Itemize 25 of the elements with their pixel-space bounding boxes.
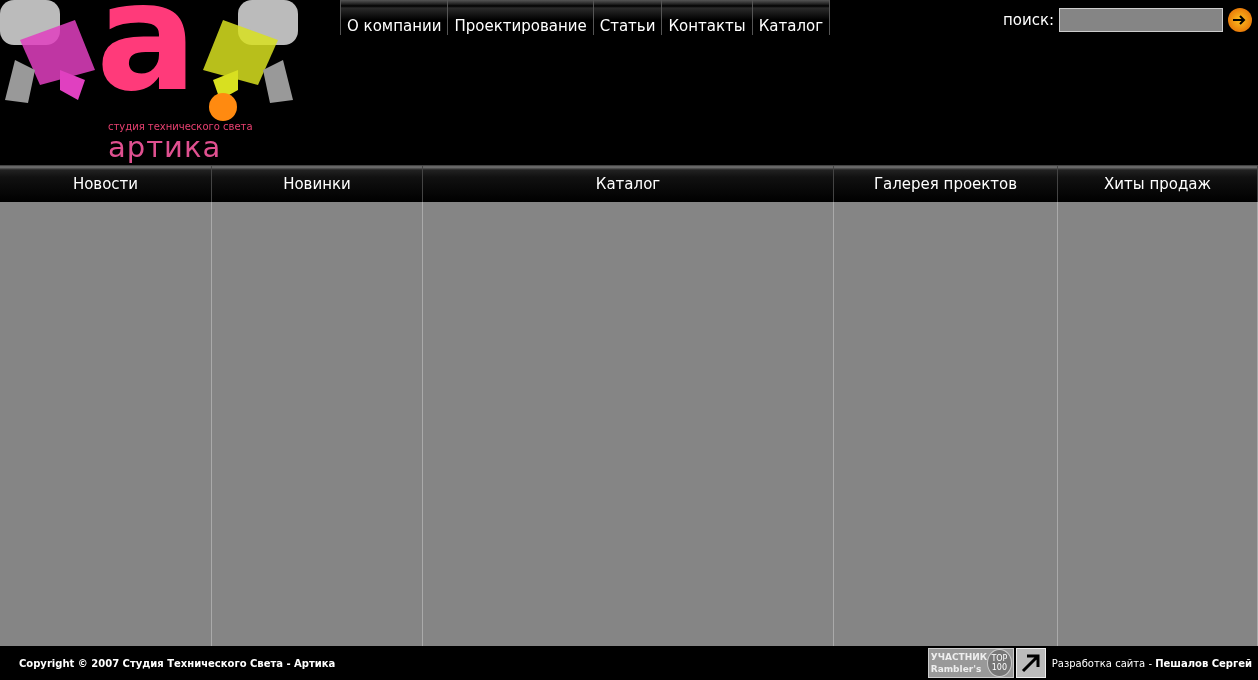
copyright-text: Copyright © 2007 Студия Технического Света - Артика xyxy=(19,657,336,669)
menu-link[interactable]: Контакты xyxy=(662,0,753,35)
search-button[interactable] xyxy=(1228,8,1252,32)
badge-text: TOP xyxy=(991,654,1008,663)
badge-text: УЧАСТНИК xyxy=(930,651,988,663)
column-header: Новости xyxy=(0,165,212,202)
credit-text: Разработка сайта - Пешалов Сергей xyxy=(1051,657,1252,669)
arrow-icon xyxy=(1233,15,1247,25)
logo-dot xyxy=(209,93,237,121)
column-header: Хиты продаж xyxy=(1058,165,1258,202)
logo-tagline: студия технического света xyxy=(108,121,253,132)
search-label: поиск: xyxy=(1002,11,1054,29)
column-header: Новинки xyxy=(212,165,423,202)
logo-mark: a xyxy=(96,0,198,112)
search-field[interactable] xyxy=(1059,8,1223,32)
menu-link[interactable]: Каталог xyxy=(752,0,831,35)
counter-badge[interactable]: УЧАСТНИК Rambler's TOP 100 xyxy=(927,648,1014,678)
menu-link[interactable]: Статьи xyxy=(593,0,663,35)
menu-link[interactable]: Проектирование xyxy=(448,0,594,35)
badge-text: 100 xyxy=(991,663,1008,672)
badge-text: Rambler's xyxy=(930,663,983,675)
logo-name: артика xyxy=(108,133,222,161)
column-header: Галерея проектов xyxy=(834,165,1058,202)
column-header: Каталог xyxy=(423,165,834,202)
menu-link[interactable]: О компании xyxy=(341,0,449,35)
